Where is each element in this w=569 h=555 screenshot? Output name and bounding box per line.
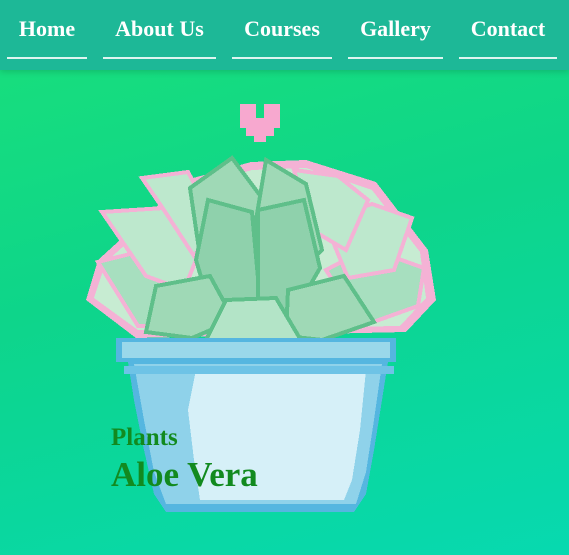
category-label: Plants	[111, 424, 178, 451]
nav-contact[interactable]: Contact	[459, 0, 557, 59]
top-navbar: Home About Us Courses Gallery Contact	[0, 0, 569, 70]
heart-icon	[240, 104, 280, 142]
nav-gallery[interactable]: Gallery	[348, 0, 443, 59]
nav-courses[interactable]: Courses	[232, 0, 332, 59]
plant-title: Aloe Vera	[111, 455, 258, 494]
nav-about-us[interactable]: About Us	[103, 0, 216, 59]
succulent-leaves	[86, 155, 436, 347]
nav-home[interactable]: Home	[7, 0, 87, 59]
